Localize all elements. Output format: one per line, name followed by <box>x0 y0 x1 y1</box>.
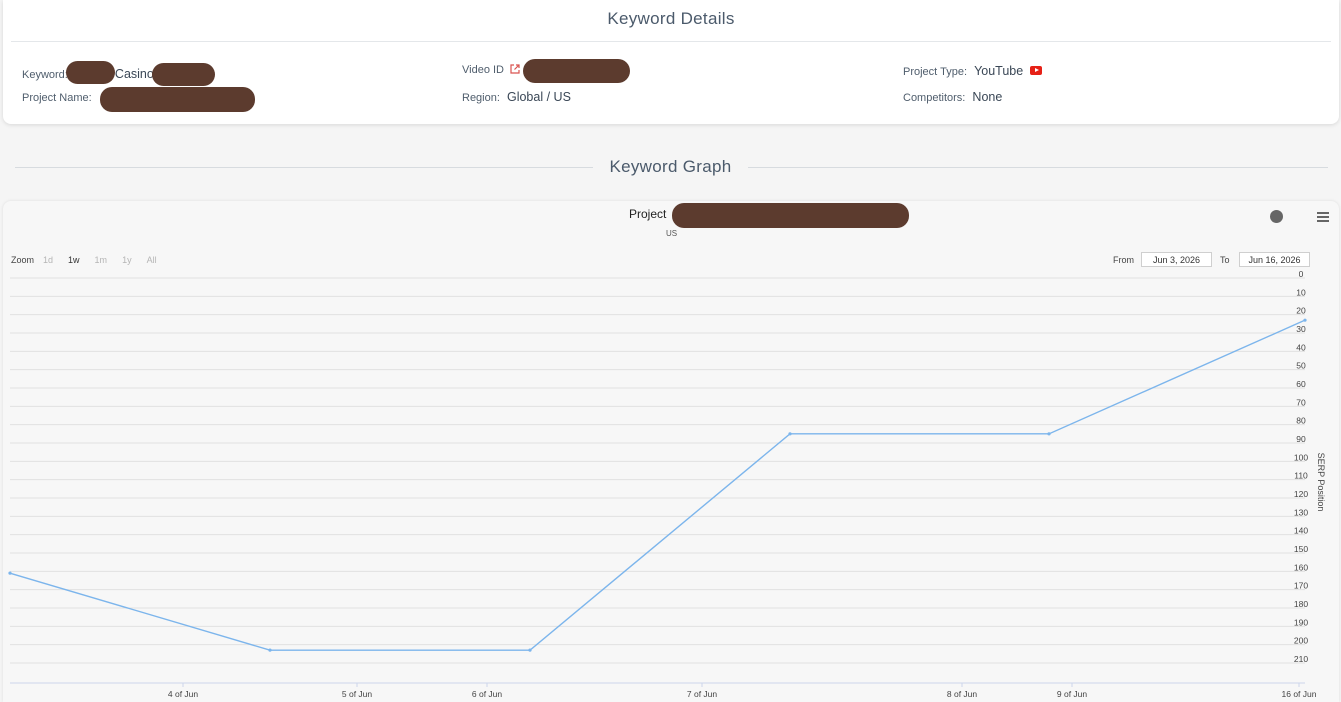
y-tick-label: 90 <box>1296 434 1306 444</box>
y-tick-label: 190 <box>1294 617 1308 627</box>
y-tick-label: 10 <box>1296 287 1306 297</box>
zoom-1m-button[interactable]: 1m <box>95 255 108 265</box>
y-tick-label: 20 <box>1296 306 1306 316</box>
y-tick-label: 80 <box>1296 416 1306 426</box>
x-tick-label: 16 of Jun <box>1282 689 1317 699</box>
zoom-1d-button[interactable]: 1d <box>43 255 53 265</box>
zoom-all-button[interactable]: All <box>147 255 157 265</box>
chart-menu-icon[interactable] <box>1317 212 1329 222</box>
y-tick-label: 40 <box>1296 342 1306 352</box>
zoom-1y-button[interactable]: 1y <box>122 255 132 265</box>
x-tick-label: 7 of Jun <box>687 689 718 699</box>
y-tick-label: 200 <box>1294 636 1308 646</box>
data-point <box>528 648 532 652</box>
x-axis-ticks: 4 of Jun 5 of Jun 6 of Jun 7 of Jun 8 of Jun… <box>168 683 1317 699</box>
y-axis-ticks: 0 10 20 30 40 50 60 70 80 90 100 110 120 130 140 150 160… <box>1294 269 1308 664</box>
y-tick-label: 60 <box>1296 379 1306 389</box>
y-tick-label: 50 <box>1296 361 1306 371</box>
y-tick-label: 150 <box>1294 544 1308 554</box>
to-label: To <box>1220 255 1230 265</box>
y-tick-label: 170 <box>1294 581 1308 591</box>
from-label: From <box>1113 255 1134 265</box>
y-tick-label: 30 <box>1296 324 1306 334</box>
y-tick-label: 130 <box>1294 507 1308 517</box>
series-layer <box>8 318 1307 652</box>
chart-subtitle: US <box>666 229 678 238</box>
chart-title: Project <box>629 207 667 221</box>
to-date-input[interactable] <box>1239 252 1310 267</box>
y-tick-label: 180 <box>1294 599 1308 609</box>
y-tick-label: 100 <box>1294 452 1308 462</box>
x-tick-label: 5 of Jun <box>342 689 373 699</box>
status-dot-icon <box>1270 210 1283 223</box>
x-tick-label: 9 of Jun <box>1057 689 1088 699</box>
data-point <box>1047 432 1051 436</box>
zoom-label: Zoom <box>11 255 35 265</box>
data-point <box>1303 318 1307 322</box>
data-point <box>268 648 272 652</box>
y-tick-label: 0 <box>1299 269 1304 279</box>
from-date-input[interactable] <box>1141 252 1212 267</box>
data-point <box>8 571 12 575</box>
y-tick-label: 160 <box>1294 562 1308 572</box>
zoom-1w-button[interactable]: 1w <box>68 255 80 265</box>
y-tick-label: 110 <box>1294 471 1308 481</box>
y-tick-label: 140 <box>1294 526 1308 536</box>
y-tick-label: 210 <box>1294 654 1308 664</box>
x-tick-label: 6 of Jun <box>472 689 503 699</box>
grid-lines <box>10 277 1305 684</box>
y-axis-title: SERP Position <box>1316 453 1326 512</box>
x-tick-label: 8 of Jun <box>947 689 978 699</box>
serp-position-chart: 0 10 20 30 40 50 60 70 80 90 100 110 120 130 140 150 160… <box>8 269 1326 699</box>
data-point <box>788 432 792 436</box>
y-tick-label: 70 <box>1296 397 1306 407</box>
y-tick-label: 120 <box>1294 489 1308 499</box>
zoom-selector: Zoom 1d 1w 1m 1y All <box>11 255 172 265</box>
x-tick-label: 4 of Jun <box>168 689 199 699</box>
redaction-mark <box>672 203 909 228</box>
